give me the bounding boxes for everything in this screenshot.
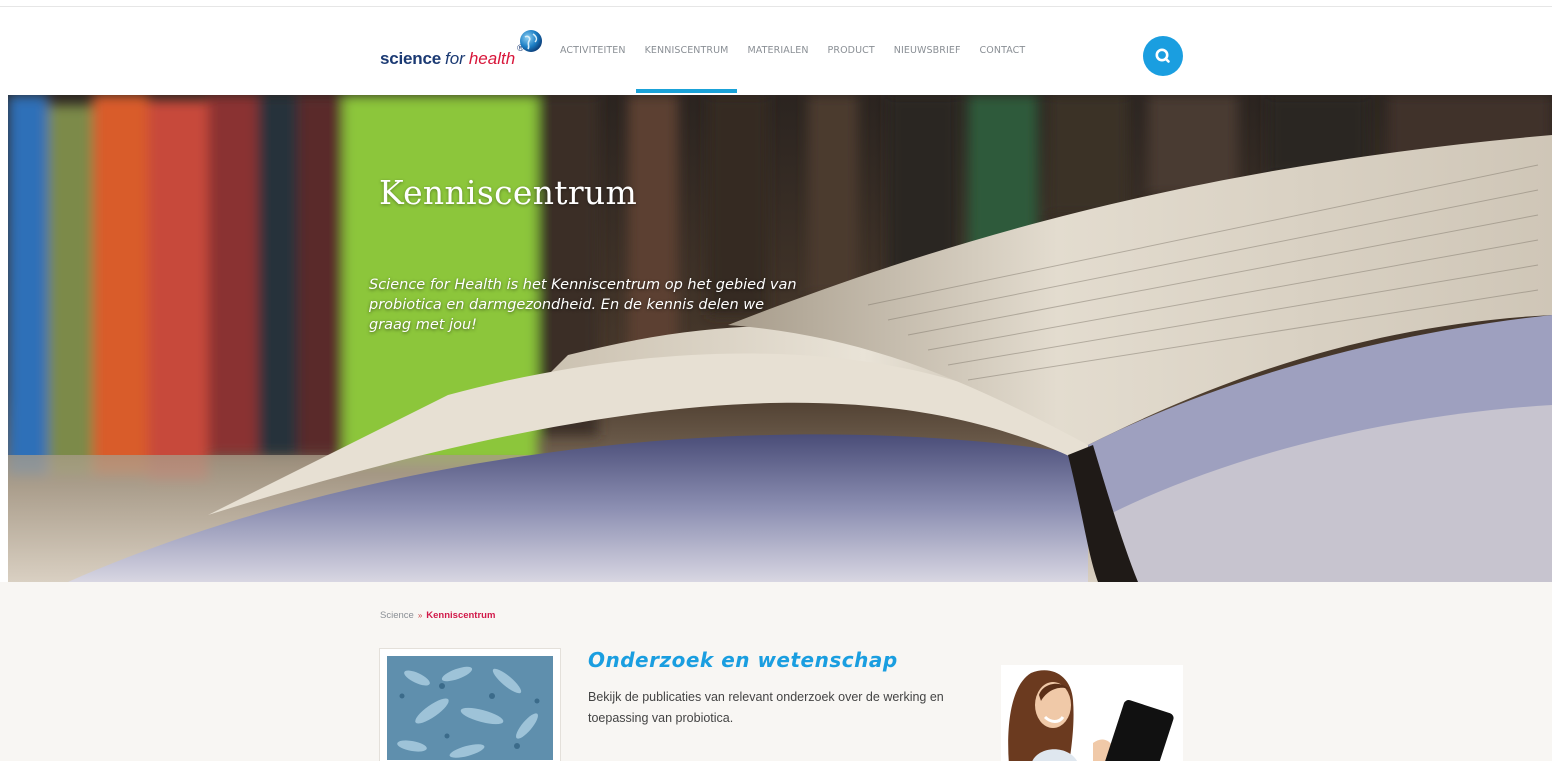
nav-item-nieuwsbrief[interactable]: NIEUWSBRIEF xyxy=(894,45,961,56)
research-card-description: Bekijk de publicaties van relevant onder… xyxy=(588,690,944,725)
nav-item-materialen[interactable]: MATERIALEN xyxy=(747,45,808,56)
globe-icon xyxy=(520,30,542,52)
main-nav: ACTIVITEITEN KENNISCENTRUM MATERIALEN PR… xyxy=(560,45,1044,93)
logo-for: for xyxy=(444,49,465,68)
research-card-title[interactable]: Onderzoek en wetenschap xyxy=(588,648,898,672)
breadcrumb-root-link[interactable]: Science xyxy=(380,610,414,621)
bacteria-image xyxy=(387,656,553,760)
hero-banner: Kenniscentrum Science for Health is het … xyxy=(8,95,1552,582)
woman-tablet-image xyxy=(1001,665,1183,761)
breadcrumb-current: Kenniscentrum xyxy=(426,610,496,621)
nav-item-activiteiten[interactable]: ACTIVITEITEN xyxy=(560,45,626,56)
search-button[interactable] xyxy=(1143,36,1183,76)
nav-item-product[interactable]: PRODUCT xyxy=(828,45,875,56)
logo-science: science xyxy=(380,49,441,68)
logo-health: health xyxy=(468,49,516,68)
main-content: Science» Kenniscentrum Onderzoek en wete… xyxy=(0,582,1552,761)
hero-intro-text: Science for Health is het Kenniscentrum … xyxy=(369,277,797,333)
site-header: science for health ® ACTIVITEITEN KENNIS… xyxy=(0,7,1552,95)
promo-photo xyxy=(1001,665,1183,761)
nav-item-kenniscentrum[interactable]: KENNISCENTRUM xyxy=(635,45,738,93)
breadcrumb: Science» Kenniscentrum xyxy=(380,610,495,621)
nav-item-contact[interactable]: CONTACT xyxy=(980,45,1026,56)
breadcrumb-separator: » xyxy=(417,611,423,620)
search-icon xyxy=(1155,48,1170,63)
hero-book-image xyxy=(8,95,1552,582)
research-card-image[interactable] xyxy=(379,648,561,761)
logo[interactable]: science for health ® xyxy=(380,30,542,69)
hero-title: Kenniscentrum xyxy=(379,173,638,212)
